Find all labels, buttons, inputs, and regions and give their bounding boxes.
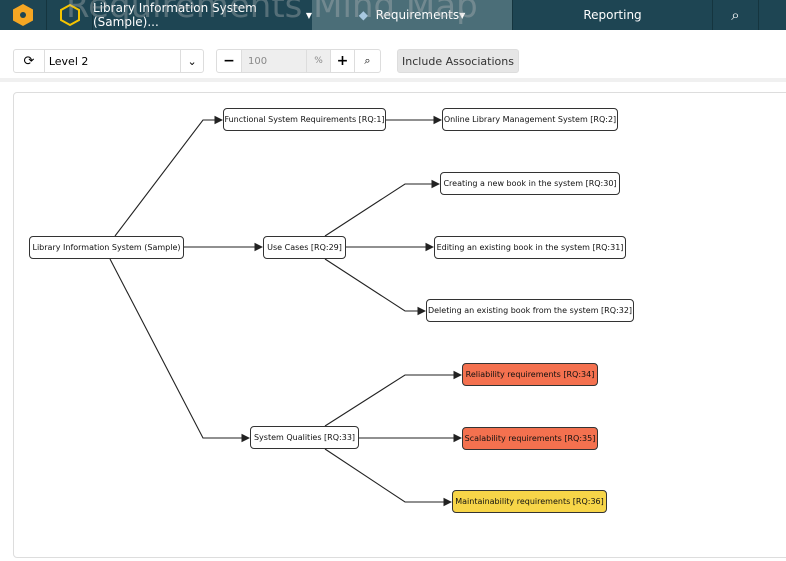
edge: [324, 370, 463, 427]
edge: [324, 179, 441, 237]
node-requirement-high[interactable]: Scalability requirements [RQ:35]: [462, 427, 598, 450]
edge: [114, 115, 224, 237]
node-requirement[interactable]: System Qualities [RQ:33]: [250, 426, 359, 449]
node-requirement[interactable]: Online Library Management System [RQ:2]: [442, 108, 618, 131]
mind-map-edges: [109, 115, 463, 507]
node-requirement[interactable]: Editing an existing book in the system […: [434, 236, 626, 259]
edge: [324, 448, 453, 507]
node-requirement[interactable]: Functional System Requirements [RQ:1]: [223, 108, 386, 131]
node-requirement-medium[interactable]: Maintainability requirements [RQ:36]: [452, 490, 607, 513]
edge: [109, 258, 251, 443]
node-requirement[interactable]: Deleting an existing book from the syste…: [426, 299, 634, 322]
node-requirement[interactable]: Creating a new book in the system [RQ:30…: [440, 172, 620, 195]
node-requirement-high[interactable]: Reliability requirements [RQ:34]: [462, 363, 598, 386]
node-root[interactable]: Library Information System (Sample): [29, 236, 184, 259]
node-requirement[interactable]: Use Cases [RQ:29]: [263, 236, 346, 259]
edge: [324, 258, 427, 316]
